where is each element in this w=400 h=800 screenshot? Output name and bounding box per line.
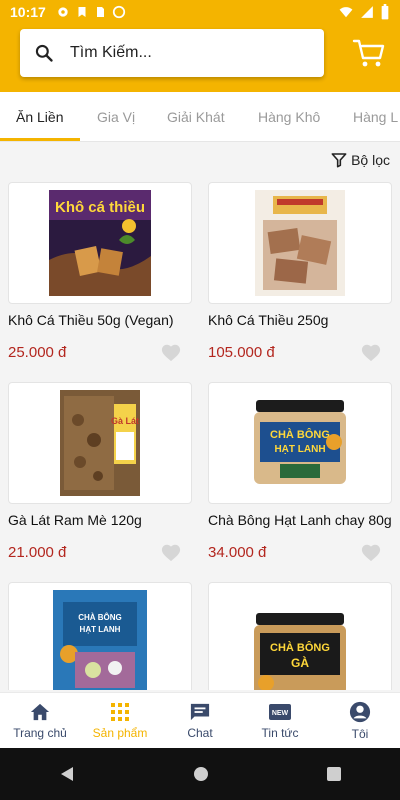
account-icon	[349, 701, 371, 722]
favorite-icon[interactable]	[360, 542, 382, 562]
product-image[interactable]: Gà Lát	[8, 382, 192, 504]
chat-icon	[190, 703, 210, 720]
nav-label: Chat	[187, 725, 213, 740]
bookmark-icon	[78, 7, 86, 17]
news-icon: NEW	[269, 703, 291, 720]
category-tabs: Ăn Liền Gia Vị Giải Khát Hàng Khô Hàng L	[0, 92, 400, 142]
product-grid: Khô cá thiều Khô Cá Thiều 50g (Vegan) 25…	[0, 182, 400, 690]
app-bar: Tìm Kiếm...	[0, 24, 400, 92]
product-image[interactable]	[208, 182, 392, 304]
bottom-navigation: Trang chủ Sản phẩm Chat NEW Tin tức Tôi	[0, 692, 400, 748]
product-name: Chà Bông Hạt Lanh chay 80g	[208, 512, 392, 528]
product-name: Gà Lát Ram Mè 120g	[8, 512, 142, 528]
signal-icon	[361, 6, 373, 18]
product-image[interactable]: CHÀ BÔNG HẠT LANH	[8, 582, 192, 690]
svg-text:NEW: NEW	[272, 710, 289, 717]
back-icon[interactable]	[58, 765, 76, 783]
product-card[interactable]: CHÀ BÔNG GÀ	[208, 582, 392, 690]
tab-gia-vi[interactable]: Gia Vị	[97, 92, 135, 141]
product-name: Khô Cá Thiều 250g	[208, 312, 329, 328]
tab-indicator	[0, 138, 80, 141]
svg-text:HẠT LANH: HẠT LANH	[274, 444, 325, 455]
nav-label: Sản phẩm	[92, 725, 148, 740]
svg-text:CHÀ BÔNG: CHÀ BÔNG	[270, 641, 330, 654]
favorite-icon[interactable]	[160, 342, 182, 362]
nav-toi[interactable]: Tôi	[320, 693, 400, 748]
tab-hang-l[interactable]: Hàng L	[353, 92, 398, 141]
nav-label: Trang chủ	[13, 725, 67, 740]
sd-card-icon	[96, 7, 104, 17]
nav-trang-chu[interactable]: Trang chủ	[0, 693, 80, 748]
sync-icon	[112, 5, 125, 19]
product-card[interactable]: Gà Lát Gà Lát Ram Mè 120g 21.000 đ	[8, 382, 192, 562]
tab-giai-khat[interactable]: Giải Khát	[167, 92, 225, 141]
cart-icon[interactable]	[352, 36, 386, 70]
recents-icon[interactable]	[326, 766, 342, 782]
filter-icon	[331, 153, 347, 168]
tab-an-lien[interactable]: Ăn Liền	[16, 92, 63, 141]
filter-label: Bộ lọc	[351, 152, 390, 168]
nav-label: Tôi	[351, 726, 369, 741]
wifi-icon	[339, 7, 353, 18]
home-icon	[30, 703, 50, 720]
product-image-text: Khô cá thiều	[55, 199, 145, 216]
grid-icon	[111, 702, 129, 721]
product-card[interactable]: CHÀ BÔNG HẠT LANH Chà Bông Hạt Lanh chay…	[208, 382, 392, 562]
product-image[interactable]: CHÀ BÔNG GÀ	[208, 582, 392, 690]
product-image-text: Gà Lát	[111, 416, 139, 426]
battery-icon	[381, 4, 389, 20]
product-name: Khô Cá Thiều 50g (Vegan)	[8, 312, 174, 328]
svg-text:CHÀ BÔNG: CHÀ BÔNG	[78, 613, 122, 622]
product-image[interactable]: Khô cá thiều	[8, 182, 192, 304]
favorite-icon[interactable]	[360, 342, 382, 362]
product-image[interactable]: CHÀ BÔNG HẠT LANH	[208, 382, 392, 504]
nav-label: Tin tức	[261, 725, 299, 740]
status-time: 10:17	[10, 4, 46, 20]
system-navigation-bar	[0, 748, 400, 800]
svg-text:GÀ: GÀ	[291, 655, 309, 670]
nav-san-pham[interactable]: Sản phẩm	[80, 693, 160, 748]
home-button-icon[interactable]	[192, 765, 210, 783]
search-placeholder: Tìm Kiếm...	[70, 44, 152, 61]
search-input[interactable]: Tìm Kiếm...	[20, 29, 324, 77]
tab-hang-kho[interactable]: Hàng Khô	[258, 92, 320, 141]
filter-button[interactable]: Bộ lọc	[331, 152, 390, 168]
svg-text:HẠT LANH: HẠT LANH	[80, 625, 121, 634]
search-icon	[35, 44, 53, 62]
product-card[interactable]: Khô cá thiều Khô Cá Thiều 50g (Vegan) 25…	[8, 182, 192, 362]
nav-tin-tuc[interactable]: NEW Tin tức	[240, 693, 320, 748]
svg-text:CHÀ BÔNG: CHÀ BÔNG	[270, 428, 330, 441]
product-card[interactable]: Khô Cá Thiều 250g 105.000 đ	[208, 182, 392, 362]
product-card[interactable]: CHÀ BÔNG HẠT LANH	[8, 582, 192, 690]
status-bar: 10:17	[0, 0, 400, 24]
favorite-icon[interactable]	[160, 542, 182, 562]
nav-chat[interactable]: Chat	[160, 693, 240, 748]
settings-icon	[58, 7, 68, 17]
